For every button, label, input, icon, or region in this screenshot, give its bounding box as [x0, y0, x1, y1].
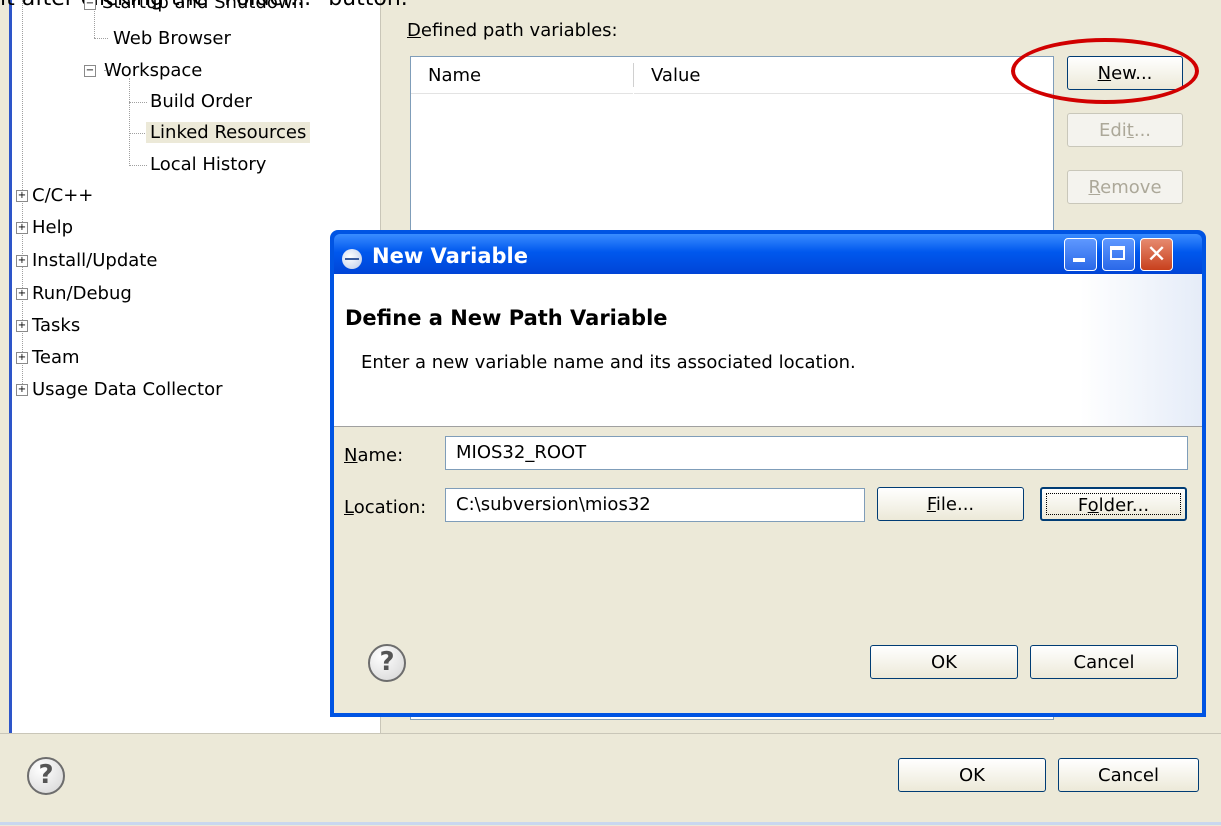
expand-icon[interactable]: + — [16, 352, 28, 364]
dialog-title: New Variable — [372, 244, 529, 268]
dialog-header-description: Enter a new variable name and its associ… — [361, 352, 856, 373]
column-header-name[interactable]: Name — [411, 58, 633, 94]
name-label: Name: — [344, 445, 404, 466]
close-icon[interactable]: ✕ — [1140, 238, 1173, 271]
tree-connector — [94, 38, 108, 39]
eclipse-icon — [342, 249, 362, 269]
tree-item-install-update[interactable]: + Install/Update — [16, 246, 157, 276]
minimize-icon[interactable] — [1064, 238, 1097, 271]
expand-icon[interactable]: + — [16, 384, 28, 396]
tree-item-local-history[interactable]: Local History — [150, 150, 266, 180]
tree-item-web-browser[interactable]: Web Browser — [113, 24, 231, 54]
tree-item-linked-resources[interactable]: Linked Resources — [146, 118, 311, 148]
file-button[interactable]: File... — [877, 487, 1024, 521]
tree-item-tasks[interactable]: + Tasks — [16, 311, 80, 341]
tree-item-usage-data-collector[interactable]: + Usage Data Collector — [16, 375, 223, 405]
help-icon[interactable]: ? — [27, 757, 65, 795]
tree-item-run-debug[interactable]: + Run/Debug — [16, 279, 132, 309]
dialog-header-title: Define a New Path Variable — [345, 306, 668, 330]
tree-item-build-order[interactable]: Build Order — [150, 87, 252, 117]
remove-variable-button[interactable]: Remove — [1067, 170, 1183, 204]
dialog-help-icon[interactable]: ? — [368, 644, 406, 682]
tree-item-c-cpp[interactable]: + C/C++ — [16, 181, 93, 211]
dialog-header-banner — [1080, 274, 1202, 426]
tree-item-help[interactable]: + Help — [16, 213, 73, 243]
tree-connector — [129, 102, 147, 103]
preferences-ok-button[interactable]: OK — [898, 758, 1046, 792]
variable-name-input[interactable]: MIOS32_ROOT — [445, 436, 1188, 470]
maximize-icon[interactable] — [1102, 238, 1135, 271]
expand-icon[interactable]: + — [16, 320, 28, 332]
path-variables-label: Defined path variables: — [407, 20, 618, 41]
tree-connector — [129, 133, 147, 134]
expand-icon[interactable]: + — [16, 222, 28, 234]
expand-icon[interactable]: + — [16, 190, 28, 202]
dialog-cancel-button[interactable]: Cancel — [1030, 645, 1178, 679]
collapse-icon[interactable]: − — [84, 0, 96, 10]
folder-button[interactable]: Folder... — [1040, 487, 1187, 521]
tree-item-team[interactable]: + Team — [16, 343, 80, 373]
edit-variable-button[interactable]: Edit... — [1067, 113, 1183, 147]
dialog-ok-button[interactable]: OK — [870, 645, 1018, 679]
tree-item-startup-and-shutdown[interactable]: − Startup and Shutdown — [84, 0, 304, 18]
column-header-value[interactable]: Value — [634, 58, 1053, 94]
tree-connector — [129, 78, 130, 166]
tree-connector — [129, 165, 147, 166]
location-label: Location: — [344, 497, 427, 518]
location-input[interactable]: C:\subversion\mios32 — [445, 488, 865, 522]
dialog-header — [334, 274, 1202, 427]
collapse-icon[interactable]: − — [84, 65, 96, 77]
expand-icon[interactable]: + — [16, 288, 28, 300]
expand-icon[interactable]: + — [16, 255, 28, 267]
preferences-cancel-button[interactable]: Cancel — [1058, 758, 1199, 792]
tree-item-workspace[interactable]: − Workspace — [84, 56, 202, 86]
highlight-circle — [1011, 38, 1199, 104]
